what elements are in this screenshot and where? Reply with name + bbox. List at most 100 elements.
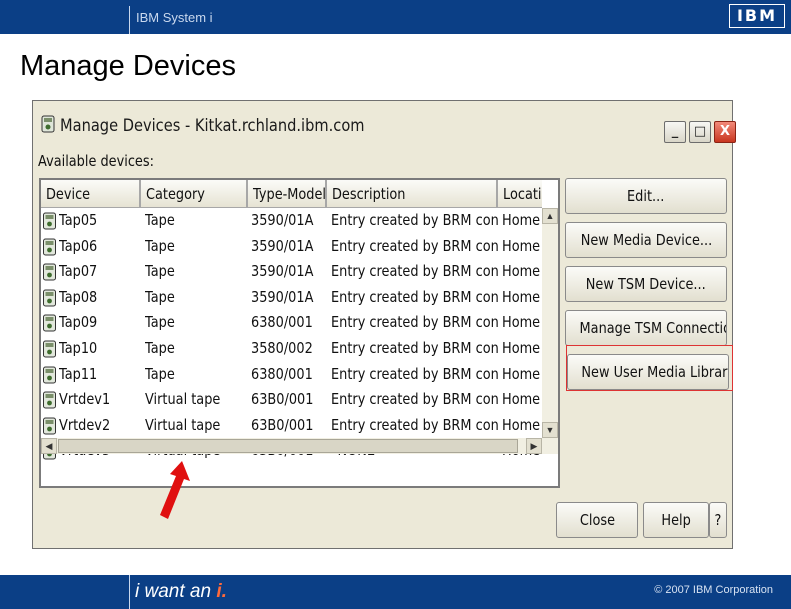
banner-title: IBM System i: [136, 10, 213, 25]
footer-bar: i want an i. © 2007 IBM Corporation: [0, 575, 791, 609]
ibm-logo-text: IBM: [730, 5, 784, 27]
whats-this-button[interactable]: ?: [709, 502, 727, 538]
cell-device: Tap08: [59, 287, 98, 306]
tagline-text: i want an: [135, 581, 217, 602]
close-icon: X: [719, 124, 731, 139]
tape-device-icon: [42, 289, 57, 307]
tagline: i want an i.: [135, 581, 227, 603]
close-window-button[interactable]: X: [714, 121, 736, 143]
cell-type-model: 3590/01A: [251, 287, 314, 306]
column-header-description[interactable]: Description: [327, 180, 498, 208]
window-title: Manage Devices - Kitkat.rchland.ibm.com: [60, 116, 365, 136]
ibm-logo: IBM: [729, 4, 785, 28]
tape-device-icon: [42, 366, 57, 384]
table-row[interactable]: Tap05 Tape 3590/01A Entry created by BRM co…: [41, 208, 542, 234]
cell-location: Home: [502, 390, 541, 409]
cell-location: Home: [502, 313, 541, 332]
cell-description: Entry created by BRM config...: [331, 211, 498, 229]
table-row[interactable]: Tap07 Tape 3590/01A Entry created by BRM co…: [41, 259, 542, 285]
help-button[interactable]: Help: [643, 502, 709, 538]
column-header-type-model[interactable]: Type-Model: [248, 180, 327, 208]
cell-category: Tape: [145, 262, 175, 281]
footer-divider: [129, 575, 130, 609]
cell-location: Home: [502, 262, 541, 281]
maximize-icon: □: [693, 124, 707, 139]
slide-title: Manage Devices: [20, 50, 236, 82]
cell-device: Tap05: [59, 211, 98, 229]
column-header-device[interactable]: Device: [41, 180, 141, 208]
cell-type-model: 3590/01A: [251, 262, 314, 281]
new-user-media-library-button[interactable]: New User Media Library...: [567, 354, 729, 390]
new-tsm-device-button[interactable]: New TSM Device...: [565, 266, 727, 302]
new-media-device-button[interactable]: New Media Device...: [565, 222, 727, 258]
cell-description: Entry created by BRM config...: [331, 262, 498, 281]
cell-description: Entry created by BRM config...: [331, 415, 498, 434]
column-header-location[interactable]: Locatic: [498, 180, 542, 208]
cell-device: Vrtdev2: [59, 415, 111, 434]
top-banner: IBM System i IBM: [0, 0, 791, 34]
cell-device: Vrtdev1: [59, 390, 111, 409]
manage-tsm-connections-button[interactable]: Manage TSM Connections: [565, 310, 727, 346]
tape-device-icon: [42, 417, 57, 435]
vertical-scrollbar[interactable]: ▲ ▼: [542, 208, 558, 438]
table-row[interactable]: Vrtdev2 Virtual tape 63B0/001 Entry created…: [41, 413, 542, 439]
devices-table: Device Category Type-Model Description L…: [39, 178, 560, 488]
cell-description: Entry created by BRM config...: [331, 339, 498, 357]
cell-device: Tap07: [59, 262, 98, 281]
cell-category: Tape: [145, 313, 175, 332]
cell-description: Entry created by BRM config...: [331, 390, 498, 409]
cell-category: Tape: [145, 364, 175, 383]
window-title-bar: Manage Devices - Kitkat.rchland.ibm.com …: [38, 111, 736, 143]
cell-device: Tap11: [59, 364, 98, 383]
table-row[interactable]: Tap10 Tape 3580/002 Entry created by BRM co…: [41, 336, 542, 362]
maximize-button[interactable]: □: [689, 121, 711, 143]
cell-location: Home: [502, 211, 541, 229]
cell-description: Entry created by BRM config...: [331, 236, 498, 255]
window-app-icon: [41, 115, 55, 133]
close-button[interactable]: Close: [556, 502, 638, 538]
minimize-icon: _: [671, 124, 679, 139]
manage-devices-window: Manage Devices - Kitkat.rchland.ibm.com …: [32, 100, 736, 549]
cell-description: Entry created by BRM config...: [331, 287, 498, 306]
banner-divider: [129, 6, 130, 34]
cell-category: Tape: [145, 339, 175, 357]
tagline-mark: i.: [216, 581, 227, 602]
table-row[interactable]: Tap06 Tape 3590/01A Entry created by BRM co…: [41, 234, 542, 260]
tape-device-icon: [42, 314, 57, 332]
tape-device-icon: [42, 263, 57, 281]
cell-device: Tap06: [59, 236, 98, 255]
cell-type-model: 3590/01A: [251, 211, 314, 229]
minimize-button[interactable]: _: [664, 121, 686, 143]
cell-type-model: 63B0/001: [251, 390, 314, 409]
cell-category: Tape: [145, 236, 175, 255]
cell-category: Tape: [145, 287, 175, 306]
column-header-category[interactable]: Category: [141, 180, 248, 208]
cell-location: Home: [502, 364, 541, 383]
cell-category: Virtual tape: [145, 415, 221, 434]
table-row[interactable]: Vrtdev1 Virtual tape 63B0/001 Entry created…: [41, 387, 542, 413]
cell-location: Home: [502, 287, 541, 306]
table-row[interactable]: Tap11 Tape 6380/001 Entry created by BRM co…: [41, 362, 542, 388]
tape-device-icon: [42, 238, 57, 256]
cell-location: Home: [502, 415, 541, 434]
cell-category: Tape: [145, 211, 175, 229]
tape-device-icon: [42, 391, 57, 409]
scroll-left-icon[interactable]: ◀: [41, 438, 57, 454]
table-row[interactable]: Tap09 Tape 6380/001 Entry created by BRM co…: [41, 310, 542, 336]
cell-location: Home: [502, 236, 541, 255]
scroll-down-icon[interactable]: ▼: [542, 422, 558, 438]
horizontal-scroll-thumb[interactable]: [58, 439, 518, 453]
cell-type-model: 3590/01A: [251, 236, 314, 255]
table-row[interactable]: Tap08 Tape 3590/01A Entry created by BRM co…: [41, 285, 542, 311]
scroll-up-icon[interactable]: ▲: [542, 208, 558, 224]
horizontal-scrollbar[interactable]: ◀ ▶: [41, 438, 558, 454]
tape-device-icon: [42, 340, 57, 358]
cell-description: Entry created by BRM config...: [331, 364, 498, 383]
cell-category: Virtual tape: [145, 390, 221, 409]
available-devices-label: Available devices:: [38, 152, 154, 170]
cell-type-model: 6380/001: [251, 364, 313, 383]
edit-button[interactable]: Edit...: [565, 178, 727, 214]
scroll-right-icon[interactable]: ▶: [526, 438, 542, 454]
cell-description: Entry created by BRM config...: [331, 313, 498, 332]
cell-type-model: 6380/001: [251, 313, 313, 332]
